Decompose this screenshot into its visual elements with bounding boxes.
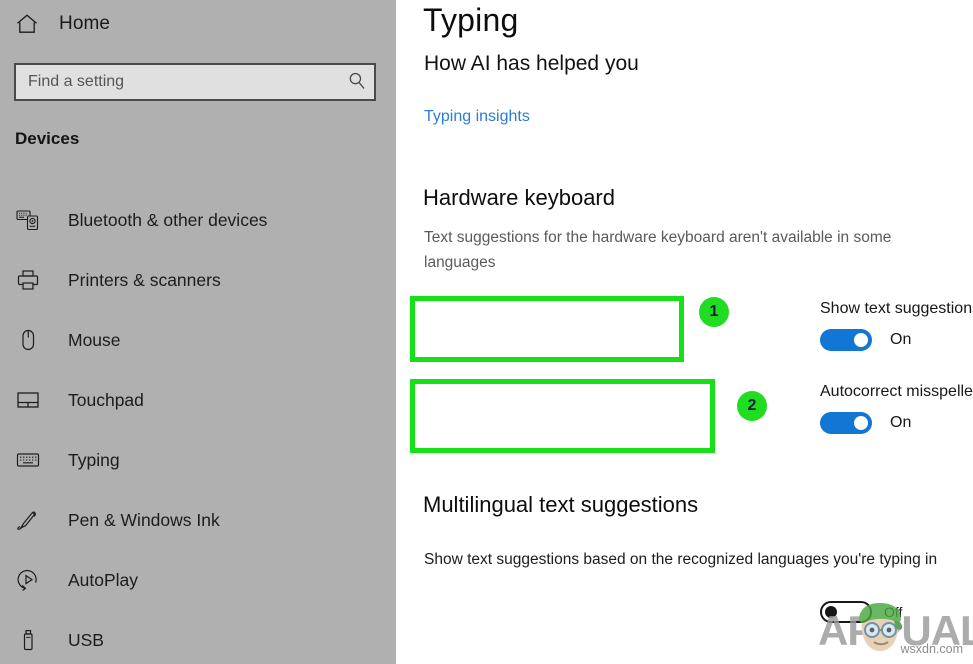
sidebar-item-mouse[interactable]: Mouse — [0, 310, 396, 370]
sidebar-nav-list: Bluetooth & other devices Printers & sca… — [0, 190, 396, 664]
keyboard-icon — [15, 447, 41, 473]
home-icon — [14, 11, 40, 37]
search-box[interactable] — [14, 63, 376, 101]
sidebar-item-bluetooth-other-devices[interactable]: Bluetooth & other devices — [0, 190, 396, 250]
autoplay-icon — [15, 567, 41, 593]
settings-window: Home Devices — [0, 0, 973, 664]
printer-icon — [15, 267, 41, 293]
sidebar-item-usb[interactable]: USB — [0, 610, 396, 664]
touchpad-icon — [15, 387, 41, 413]
search-submit-button[interactable] — [340, 65, 374, 99]
pen-icon — [15, 507, 41, 533]
sidebar-item-label: Typing — [68, 449, 120, 470]
page-title: Typing — [423, 2, 519, 38]
setting-multilingual-text-suggestions: Off — [820, 601, 902, 623]
sidebar-item-home-label: Home — [59, 13, 111, 34]
sidebar-item-autoplay[interactable]: AutoPlay — [0, 550, 396, 610]
sidebar-item-label: Bluetooth & other devices — [68, 209, 268, 230]
setting-label: Autocorrect misspelled words I type — [820, 383, 973, 400]
usb-icon — [15, 627, 41, 653]
sidebar-item-pen-windows-ink[interactable]: Pen & Windows Ink — [0, 490, 396, 550]
sidebar-item-label: USB — [68, 629, 104, 650]
toggle-row: On — [820, 329, 973, 351]
sidebar-item-label: AutoPlay — [68, 569, 139, 590]
sidebar-item-label: Mouse — [68, 329, 121, 350]
sidebar-item-touchpad[interactable]: Touchpad — [0, 370, 396, 430]
site-credit-watermark: wsxdn.com — [900, 642, 963, 656]
search-icon — [348, 72, 366, 93]
sidebar-item-printers-scanners[interactable]: Printers & scanners — [0, 250, 396, 310]
typing-insights-link[interactable]: Typing insights — [424, 108, 530, 126]
toggle-state-label: Off — [884, 604, 903, 620]
multilingual-suggestions-toggle[interactable] — [820, 601, 872, 623]
toggle-knob — [825, 606, 837, 618]
setting-autocorrect-misspelled-words: Autocorrect misspelled words I type On — [820, 383, 973, 434]
mouse-icon — [15, 327, 41, 353]
sidebar-item-label: Printers & scanners — [68, 269, 221, 290]
toggle-row: On — [820, 412, 973, 434]
ai-help-heading: How AI has helped you — [424, 52, 639, 75]
bluetooth-devices-icon — [15, 207, 41, 233]
multilingual-description: Show text suggestions based on the recog… — [424, 551, 938, 568]
toggle-knob — [854, 333, 868, 347]
toggle-state-label: On — [890, 414, 912, 431]
hardware-keyboard-description: Text suggestions for the hardware keyboa… — [424, 229, 892, 271]
setting-show-text-suggestions: Show text suggestions as I type On — [820, 300, 973, 351]
hardware-keyboard-heading: Hardware keyboard — [423, 185, 615, 210]
toggle-knob — [854, 416, 868, 430]
sidebar: Home Devices — [0, 0, 396, 664]
sidebar-item-label: Touchpad — [68, 389, 144, 410]
show-text-suggestions-toggle[interactable] — [820, 329, 872, 351]
sidebar-item-label: Pen & Windows Ink — [68, 509, 220, 530]
search-input[interactable] — [16, 65, 340, 99]
toggle-row: Off — [820, 601, 902, 623]
setting-label: Show text suggestions as I type — [820, 300, 973, 317]
autocorrect-toggle[interactable] — [820, 412, 872, 434]
sidebar-item-home[interactable]: Home — [14, 8, 110, 40]
sidebar-section-title: Devices — [15, 129, 80, 148]
multilingual-heading: Multilingual text suggestions — [423, 492, 699, 517]
main-content: Typing How AI has helped you Typing insi… — [396, 0, 973, 664]
toggle-state-label: On — [890, 331, 912, 348]
sidebar-item-typing[interactable]: Typing — [0, 430, 396, 490]
